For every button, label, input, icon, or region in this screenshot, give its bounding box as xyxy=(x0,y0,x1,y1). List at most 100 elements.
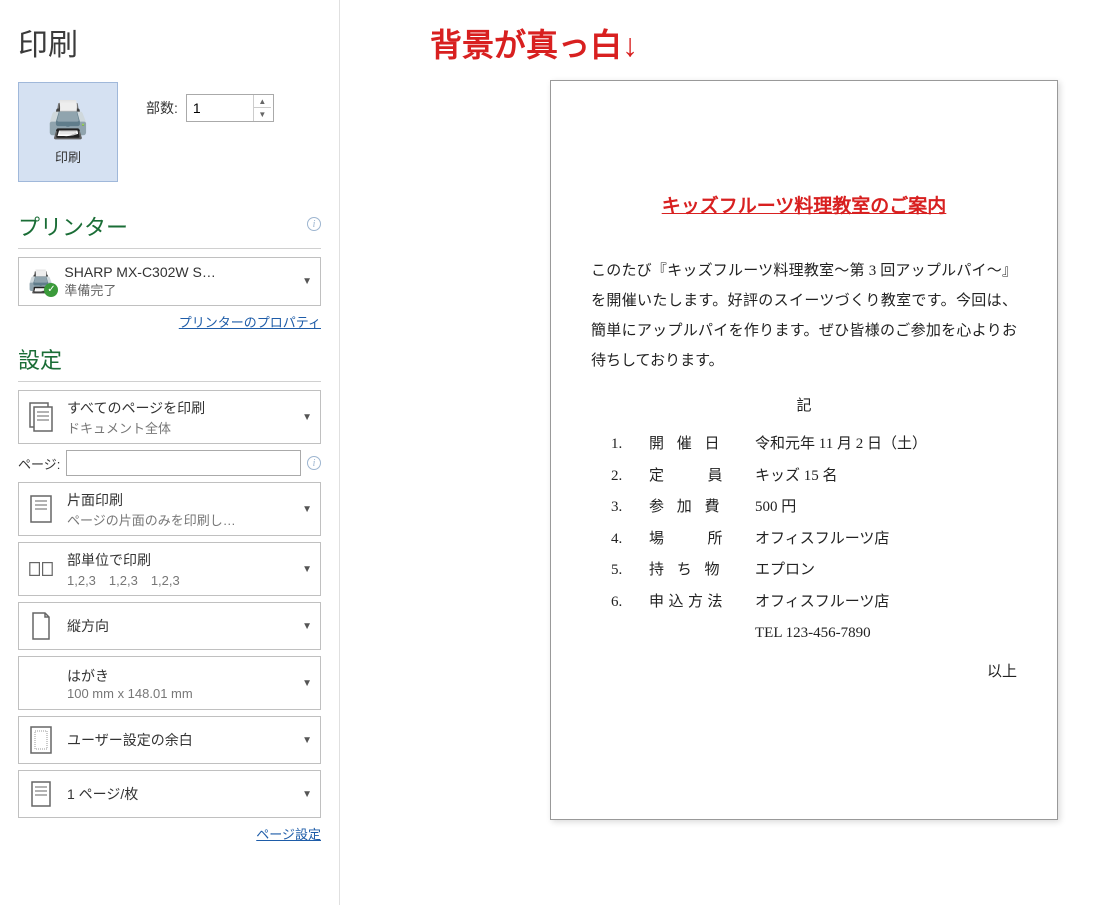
print-top-row: 🖨️ 印刷 部数: ▲ ▼ xyxy=(18,82,321,182)
doc-list-value: オフィスフルーツ店 xyxy=(755,587,889,619)
page-per-sheet-icon xyxy=(27,777,55,811)
doc-list-row: 5. 持 ち 物エプロン xyxy=(611,555,1017,587)
print-button[interactable]: 🖨️ 印刷 xyxy=(18,82,118,182)
doc-list-row: 1.開 催 日令和元年 11 月 2 日（土） xyxy=(611,429,1017,461)
setting-main: ユーザー設定の余白 xyxy=(67,730,290,750)
doc-list-row: 2. 定 員キッズ 15 名 xyxy=(611,461,1017,493)
doc-list-value: 500 円 xyxy=(755,492,796,524)
doc-list-num: 2. xyxy=(611,461,627,493)
setting-print-range[interactable]: すべてのページを印刷 ドキュメント全体 ▼ xyxy=(18,390,321,444)
chevron-down-icon: ▼ xyxy=(302,504,312,515)
preview-page: キッズフルーツ料理教室のご案内 このたび『キッズフルーツ料理教室～第 3 回アッ… xyxy=(550,80,1058,820)
printer-name: SHARP MX-C302W S… xyxy=(64,264,292,280)
pages-icon xyxy=(27,400,55,434)
setting-sub: ドキュメント全体 xyxy=(67,418,290,437)
setting-text: すべてのページを印刷 ドキュメント全体 xyxy=(67,398,290,437)
setting-text: 縦方向 xyxy=(67,616,290,636)
doc-ki: 記 xyxy=(591,394,1017,415)
setting-orientation[interactable]: 縦方向 ▼ xyxy=(18,602,321,650)
setting-sub: 1,2,3 1,2,3 1,2,3 xyxy=(67,570,290,589)
spinner-up[interactable]: ▲ xyxy=(254,95,271,108)
printer-icon: 🖨️ xyxy=(46,99,91,141)
doc-list-num: 1. xyxy=(611,429,627,461)
doc-list-num: 5. xyxy=(611,555,627,587)
collate-icon xyxy=(27,552,55,586)
doc-list-label: 持 ち 物 xyxy=(649,555,733,587)
page-setup-link[interactable]: ページ設定 xyxy=(256,827,321,842)
chevron-down-icon: ▼ xyxy=(302,564,312,575)
print-settings-panel: 印刷 🖨️ 印刷 部数: ▲ ▼ プリンター i 🖨️✓ SHARP MX-C3… xyxy=(0,0,340,905)
printer-text: SHARP MX-C302W S… 準備完了 xyxy=(64,264,292,299)
doc-list-label: 申込方法 xyxy=(649,587,733,619)
print-button-label: 印刷 xyxy=(55,147,81,166)
setting-main: 片面印刷 xyxy=(67,490,290,510)
copies-label: 部数: xyxy=(146,98,178,118)
paper-size-icon xyxy=(27,666,55,700)
annotation-text: 背景が真っ白↓ xyxy=(430,20,1063,66)
page-setup-link-row: ページ設定 xyxy=(18,824,321,843)
printer-section-header: プリンター xyxy=(18,210,128,242)
doc-list-row: 6. 申込方法オフィスフルーツ店 xyxy=(611,587,1017,619)
margins-icon xyxy=(27,723,55,757)
doc-list-num: 6. xyxy=(611,587,627,619)
setting-main: すべてのページを印刷 xyxy=(67,398,290,418)
page-title: 印刷 xyxy=(18,20,321,64)
spinner-buttons: ▲ ▼ xyxy=(253,95,271,121)
preview-panel: 背景が真っ白↓ キッズフルーツ料理教室のご案内 このたび『キッズフルーツ料理教室… xyxy=(340,0,1093,905)
setting-paper-size[interactable]: はがき 100 mm x 148.01 mm ▼ xyxy=(18,656,321,710)
chevron-down-icon: ▼ xyxy=(302,276,312,287)
setting-collate[interactable]: 部単位で印刷 1,2,3 1,2,3 1,2,3 ▼ xyxy=(18,542,321,596)
doc-title: キッズフルーツ料理教室のご案内 xyxy=(591,191,1017,218)
setting-text: 片面印刷 ページの片面のみを印刷し… xyxy=(67,490,290,529)
pages-label: ページ: xyxy=(18,454,60,473)
doc-list-value: キッズ 15 名 xyxy=(755,461,838,493)
spinner-down[interactable]: ▼ xyxy=(254,108,271,121)
doc-list-value: オフィスフルーツ店 xyxy=(755,524,889,556)
printer-select[interactable]: 🖨️✓ SHARP MX-C302W S… 準備完了 ▼ xyxy=(18,257,321,306)
setting-sides[interactable]: 片面印刷 ページの片面のみを印刷し… ▼ xyxy=(18,482,321,536)
setting-sub: ページの片面のみを印刷し… xyxy=(67,510,290,529)
section-underline-2 xyxy=(18,381,321,382)
doc-list-row: 4. 場 所オフィスフルーツ店 xyxy=(611,524,1017,556)
one-sided-icon xyxy=(27,492,55,526)
chevron-down-icon: ▼ xyxy=(302,789,312,800)
setting-text: ユーザー設定の余白 xyxy=(67,730,290,750)
info-icon[interactable]: i xyxy=(307,217,321,231)
setting-pages-per-sheet[interactable]: 1 ページ/枚 ▼ xyxy=(18,770,321,818)
copies-input[interactable] xyxy=(187,98,253,118)
doc-ijo: 以上 xyxy=(591,660,1017,681)
doc-list-label: 参 加 費 xyxy=(649,492,733,524)
doc-tel: TEL 123-456-7890 xyxy=(755,618,1017,650)
chevron-down-icon: ▼ xyxy=(302,621,312,632)
setting-main: 縦方向 xyxy=(67,616,290,636)
doc-list-num: 4. xyxy=(611,524,627,556)
copies-stepper[interactable]: ▲ ▼ xyxy=(186,94,274,122)
info-icon[interactable]: i xyxy=(307,456,321,470)
doc-list-num: 3. xyxy=(611,492,627,524)
doc-list-label: 定 員 xyxy=(649,461,733,493)
doc-list-row: 3. 参 加 費 500 円 xyxy=(611,492,1017,524)
setting-text: 部単位で印刷 1,2,3 1,2,3 1,2,3 xyxy=(67,550,290,589)
check-icon: ✓ xyxy=(44,283,58,297)
chevron-down-icon: ▼ xyxy=(302,678,312,689)
doc-list-label: 場 所 xyxy=(649,524,733,556)
printer-props-link-row: プリンターのプロパティ xyxy=(18,312,321,331)
setting-text: はがき 100 mm x 148.01 mm xyxy=(67,666,290,701)
printer-section-header-row: プリンター i xyxy=(18,200,321,248)
doc-body: このたび『キッズフルーツ料理教室～第 3 回アップルパイ～』を開催いたします。好… xyxy=(591,256,1017,376)
copies-row: 部数: ▲ ▼ xyxy=(146,94,274,122)
doc-list-value: エプロン xyxy=(755,555,815,587)
chevron-down-icon: ▼ xyxy=(302,412,312,423)
pages-input[interactable] xyxy=(66,450,301,476)
printer-status: 準備完了 xyxy=(64,280,292,299)
doc-list-label: 開 催 日 xyxy=(649,429,733,461)
printer-properties-link[interactable]: プリンターのプロパティ xyxy=(179,315,321,330)
doc-list: 1.開 催 日令和元年 11 月 2 日（土）2.定 員キッズ 15 名3.参 … xyxy=(611,429,1017,618)
setting-margins[interactable]: ユーザー設定の余白 ▼ xyxy=(18,716,321,764)
chevron-down-icon: ▼ xyxy=(302,735,312,746)
section-underline xyxy=(18,248,321,249)
settings-section-header: 設定 xyxy=(18,343,321,375)
printer-device-icon: 🖨️✓ xyxy=(27,269,54,295)
portrait-icon xyxy=(27,609,55,643)
pages-input-row: ページ: i xyxy=(18,450,321,476)
